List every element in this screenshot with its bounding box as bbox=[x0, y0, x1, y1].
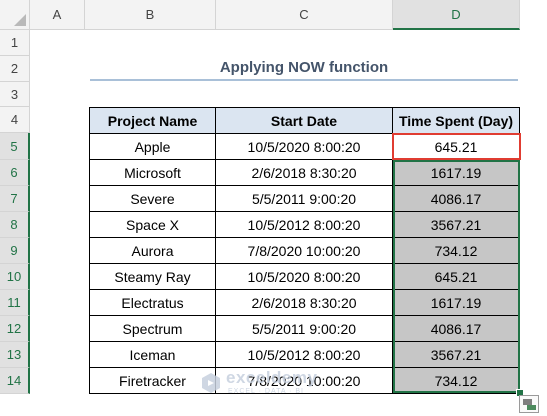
column-header-c[interactable]: C bbox=[216, 0, 393, 30]
cell-project-name[interactable]: Iceman bbox=[89, 342, 216, 368]
cell-time-spent[interactable]: 1617.19 bbox=[393, 160, 520, 186]
cell-project-name[interactable]: Firetracker bbox=[89, 368, 216, 394]
cell-start-date[interactable]: 10/5/2012 8:00:20 bbox=[216, 212, 393, 238]
row-header-13[interactable]: 13 bbox=[0, 342, 30, 368]
header-start-date[interactable]: Start Date bbox=[216, 107, 393, 134]
row-header-1[interactable]: 1 bbox=[0, 30, 30, 56]
header-time-spent[interactable]: Time Spent (Day) bbox=[393, 107, 520, 134]
cell-start-date[interactable]: 10/5/2020 8:00:20 bbox=[216, 134, 393, 160]
cell-time-spent[interactable]: 645.21 bbox=[393, 264, 520, 290]
cell-time-spent[interactable]: 734.12 bbox=[393, 368, 520, 394]
title-underline bbox=[90, 79, 518, 81]
cell-start-date[interactable]: 2/6/2018 8:30:20 bbox=[216, 160, 393, 186]
cell-project-name[interactable]: Steamy Ray bbox=[89, 264, 216, 290]
row-header-3[interactable]: 3 bbox=[0, 82, 30, 107]
row-header-6[interactable]: 6 bbox=[0, 160, 30, 186]
row-header-9[interactable]: 9 bbox=[0, 238, 30, 264]
cell-start-date[interactable]: 5/5/2011 9:00:20 bbox=[216, 186, 393, 212]
header-project-name[interactable]: Project Name bbox=[89, 107, 216, 134]
quick-analysis-icon[interactable] bbox=[519, 395, 539, 413]
cell-start-date[interactable]: 10/5/2012 8:00:20 bbox=[216, 342, 393, 368]
cell-start-date[interactable]: 7/8/2020 10:00:20 bbox=[216, 368, 393, 394]
column-header-d[interactable]: D bbox=[393, 0, 520, 30]
select-all-corner[interactable] bbox=[0, 0, 30, 30]
cell-start-date[interactable]: 7/8/2020 10:00:20 bbox=[216, 238, 393, 264]
row-header-8[interactable]: 8 bbox=[0, 212, 30, 238]
cell-time-spent[interactable]: 4086.17 bbox=[393, 316, 520, 342]
cell-project-name[interactable]: Microsoft bbox=[89, 160, 216, 186]
cell-project-name[interactable]: Space X bbox=[89, 212, 216, 238]
cell-time-spent[interactable]: 645.21 bbox=[393, 134, 520, 160]
row-header-4[interactable]: 4 bbox=[0, 107, 30, 133]
row-header-12[interactable]: 12 bbox=[0, 316, 30, 342]
spreadsheet-grid: A B C D 1 2 3 4 5 6 7 8 9 10 11 12 13 14 Applying NOW… bbox=[0, 0, 547, 416]
cell-project-name[interactable]: Electratus bbox=[89, 290, 216, 316]
row-header-5[interactable]: 5 bbox=[0, 133, 30, 160]
row-header-14[interactable]: 14 bbox=[0, 368, 30, 394]
cell-project-name[interactable]: Spectrum bbox=[89, 316, 216, 342]
cell-start-date[interactable]: 5/5/2011 9:00:20 bbox=[216, 316, 393, 342]
row-header-11[interactable]: 11 bbox=[0, 290, 30, 316]
cell-time-spent[interactable]: 3567.21 bbox=[393, 212, 520, 238]
column-header-b[interactable]: B bbox=[85, 0, 216, 30]
cell-project-name[interactable]: Severe bbox=[89, 186, 216, 212]
cell-project-name[interactable]: Aurora bbox=[89, 238, 216, 264]
cell-time-spent[interactable]: 1617.19 bbox=[393, 290, 520, 316]
row-header-10[interactable]: 10 bbox=[0, 264, 30, 290]
cell-time-spent[interactable]: 734.12 bbox=[393, 238, 520, 264]
cell-start-date[interactable]: 10/5/2020 8:00:20 bbox=[216, 264, 393, 290]
cell-time-spent[interactable]: 3567.21 bbox=[393, 342, 520, 368]
row-header-2[interactable]: 2 bbox=[0, 56, 30, 82]
row-header-7[interactable]: 7 bbox=[0, 186, 30, 212]
column-header-a[interactable]: A bbox=[30, 0, 85, 30]
cell-time-spent[interactable]: 4086.17 bbox=[393, 186, 520, 212]
sheet-title: Applying NOW function bbox=[219, 59, 389, 76]
cell-start-date[interactable]: 2/6/2018 8:30:20 bbox=[216, 290, 393, 316]
cell-project-name[interactable]: Apple bbox=[89, 134, 216, 160]
